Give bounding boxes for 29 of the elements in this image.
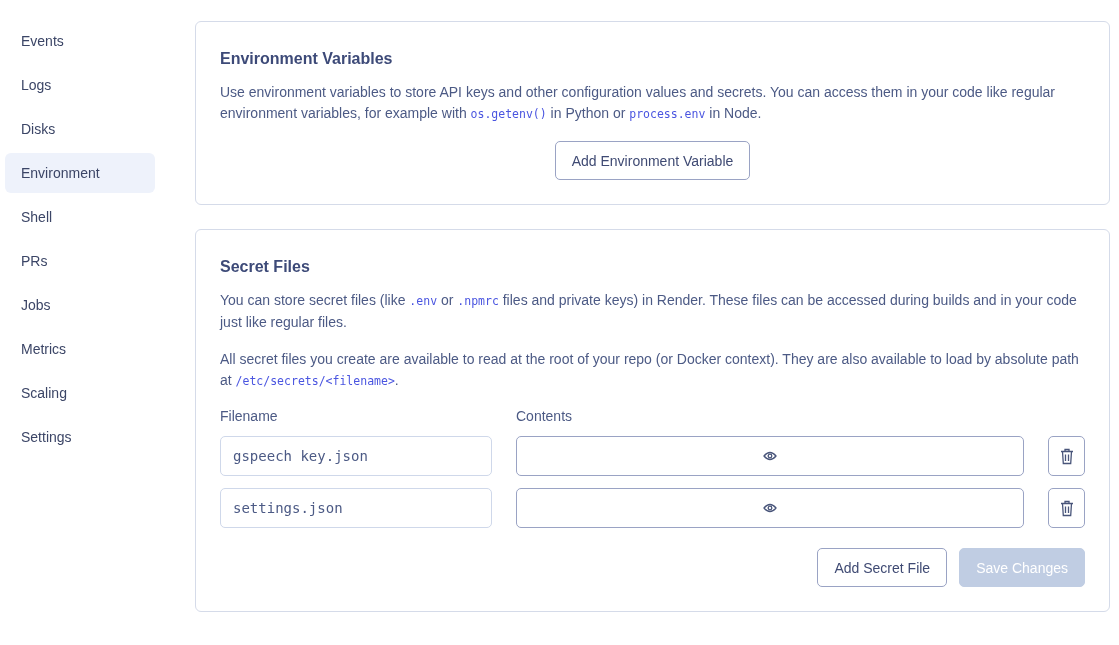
sidebar-item[interactable]: Logs <box>5 65 155 105</box>
filename-field[interactable]: gspeech_key.json <box>220 436 492 476</box>
contents-field[interactable] <box>515 436 1025 476</box>
eye-icon[interactable] <box>762 451 777 461</box>
description-text: All secret files you create are available to read at the root of your repo (or Docker context). They are also available to load by absolute path at /etc/secrets/<filename>. <box>220 350 1080 390</box>
column-label: Filename <box>220 408 279 424</box>
contents-field[interactable] <box>515 488 1025 528</box>
sidebar-item[interactable]: Settings <box>5 417 155 457</box>
description-text: You can store secret files (like .env or .npmrc files and private keys) in Render. These files can be accessed during builds and in your code just like regular files. <box>220 291 1078 332</box>
sidebar-item[interactable]: Scaling <box>5 373 155 413</box>
sidebar-item[interactable]: Disks <box>5 109 155 149</box>
column-label: Contents <box>516 408 573 424</box>
sidebar-item[interactable]: Metrics <box>5 329 155 369</box>
section-title: Environment Variables <box>220 50 394 68</box>
trash-icon <box>1059 447 1074 465</box>
trash-icon <box>1059 499 1074 517</box>
sidebar-item[interactable]: Jobs <box>5 285 155 325</box>
eye-icon[interactable] <box>762 503 777 513</box>
add-variable-button[interactable]: Add Environment Variable <box>554 141 751 180</box>
sidebar-item[interactable]: Environment <box>5 153 155 193</box>
section-title: Secret Files <box>220 258 311 276</box>
sidebar-item[interactable]: Shell <box>5 197 155 237</box>
delete-button[interactable] <box>1048 488 1085 528</box>
delete-button[interactable] <box>1048 436 1085 476</box>
filename-field[interactable]: settings.json <box>220 488 492 528</box>
sidebar-item[interactable]: PRs <box>5 241 155 281</box>
sidebar-item[interactable]: Events <box>5 21 155 61</box>
description-text: Use environment variables to store API keys and other configuration values and secrets. You can access them in your code like regular environment variables, for example with os.getenv() in Python or process.env in Node. <box>220 83 1057 123</box>
action-button[interactable]: Add Secret File <box>817 548 948 587</box>
